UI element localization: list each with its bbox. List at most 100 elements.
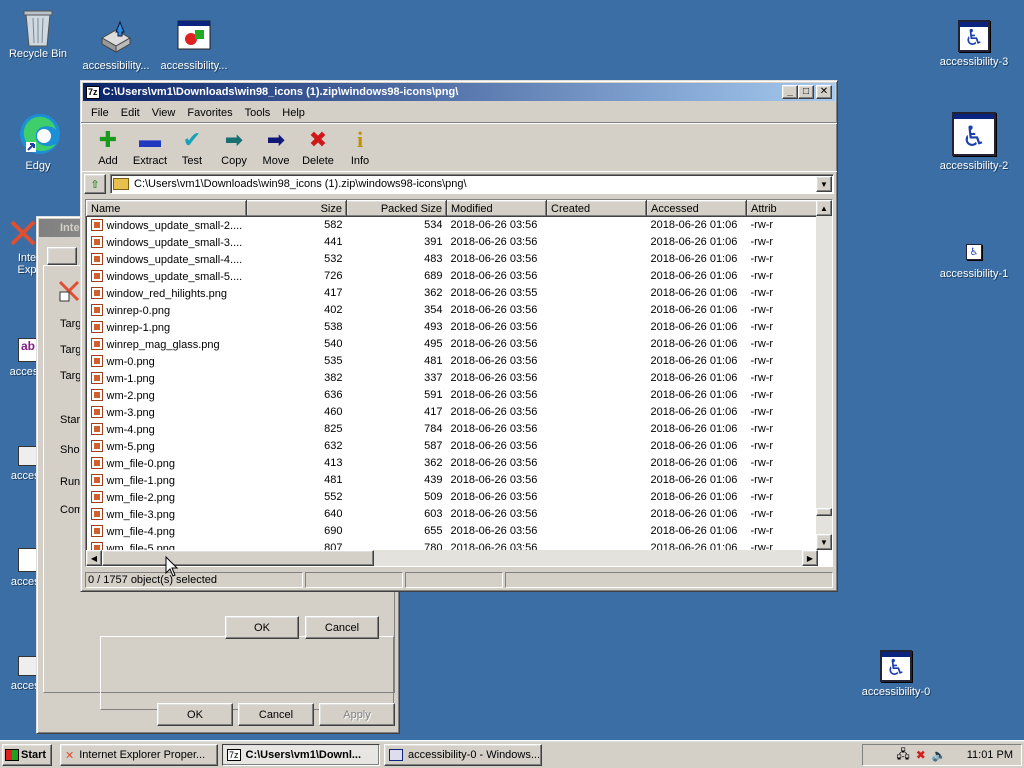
horizontal-scrollbar[interactable]: ◀ ▶ xyxy=(86,550,818,566)
menu-view[interactable]: View xyxy=(146,107,182,119)
move-button[interactable]: ➡ Move xyxy=(255,127,297,168)
cell-accessed: 2018-06-26 01:06 xyxy=(647,251,747,268)
table-row[interactable]: wm_file-0.png 413 362 2018-06-26 03:56 2018-… xyxy=(87,455,819,472)
desktop-icon-accessibility-a[interactable]: accessibility... xyxy=(76,20,156,72)
table-row[interactable]: wm_file-3.png 640 603 2018-06-26 03:56 2018-… xyxy=(87,506,819,523)
table-row[interactable]: wm_file-4.png 690 655 2018-06-26 03:56 2018-… xyxy=(87,523,819,540)
horizontal-scroll-thumb[interactable] xyxy=(102,550,374,566)
scroll-left-button[interactable]: ◀ xyxy=(86,550,102,566)
desktop-icon-accessibility-1[interactable]: ♿ accessibility-1 xyxy=(934,244,1014,280)
cell-size: 481 xyxy=(247,472,347,489)
desktop-icon-accessibility-b[interactable]: accessibility... xyxy=(154,20,234,72)
column-header-attrib[interactable]: Attrib xyxy=(746,200,819,217)
up-folder-button[interactable]: ⇧ xyxy=(84,174,106,194)
desktop-icon-accessibility-3[interactable]: ♿ accessibility-3 xyxy=(934,20,1014,68)
cell-text: -rw-r xyxy=(750,457,774,469)
maximize-button[interactable]: □ xyxy=(798,85,814,99)
network-icon[interactable]: 🖧 xyxy=(896,745,909,766)
task-accessibility-0[interactable]: accessibility-0 - Windows... xyxy=(384,744,542,766)
table-row[interactable]: winrep-0.png 402 354 2018-06-26 03:56 2018-0… xyxy=(87,302,819,319)
cell-size: 535 xyxy=(247,353,347,370)
keyboard-icon xyxy=(18,656,38,676)
table-row[interactable]: winrep_mag_glass.png 540 495 2018-06-26 03:… xyxy=(87,336,819,353)
table-row[interactable]: wm-5.png 632 587 2018-06-26 03:56 2018-06-26… xyxy=(87,438,819,455)
field-label-target-type: Targ xyxy=(60,318,82,330)
desktop-icon-recycle-bin[interactable]: Recycle Bin xyxy=(0,8,78,60)
add-button[interactable]: ✚ Add xyxy=(87,127,129,168)
cell-text: -rw-r xyxy=(750,440,774,452)
status-panel-4 xyxy=(505,572,833,588)
cell-attrib: -rw-r xyxy=(747,489,819,506)
column-header-size[interactable]: Size xyxy=(246,200,347,217)
network-disconnected-icon[interactable]: ✖ xyxy=(916,748,926,762)
info-icon: i xyxy=(356,127,364,152)
cell-text: -rw-r xyxy=(750,338,774,350)
table-row[interactable]: window_red_hilights.png 417 362 2018-06-26 … xyxy=(87,285,819,302)
menu-favorites[interactable]: Favorites xyxy=(181,107,238,119)
menu-edit[interactable]: Edit xyxy=(115,107,146,119)
copy-button[interactable]: ➡ Copy xyxy=(213,127,255,168)
table-row[interactable]: wm_file-2.png 552 509 2018-06-26 03:56 2018-… xyxy=(87,489,819,506)
accessibility-icon: ♿ xyxy=(966,244,982,260)
minimize-button[interactable]: _ xyxy=(782,85,798,99)
table-row[interactable]: windows_update_small-4.... 532 483 2018-06-… xyxy=(87,251,819,268)
dialog-tab[interactable] xyxy=(47,247,77,265)
show-desktop-button[interactable] xyxy=(1006,746,1022,764)
info-button[interactable]: i Info xyxy=(339,127,381,168)
cancel-button[interactable]: Cancel xyxy=(238,703,314,726)
vertical-scroll-thumb[interactable] xyxy=(816,508,832,516)
start-button[interactable]: Start xyxy=(2,744,52,766)
menu-help[interactable]: Help xyxy=(276,107,311,119)
close-button[interactable]: ✕ xyxy=(816,85,832,99)
table-row[interactable]: wm-0.png 535 481 2018-06-26 03:56 2018-06-26… xyxy=(87,353,819,370)
cell-size: 460 xyxy=(247,404,347,421)
address-combobox[interactable]: C:\Users\vm1\Downloads\win98_icons (1).z… xyxy=(110,174,834,194)
table-row[interactable]: wm_file-1.png 481 439 2018-06-26 03:56 2018-… xyxy=(87,472,819,489)
desktop-icon-accessibility-0[interactable]: ♿ accessibility-0 xyxy=(856,650,936,698)
scroll-down-button[interactable]: ▼ xyxy=(816,534,832,550)
column-header-name[interactable]: Name xyxy=(86,200,247,217)
cell-text: 2018-06-26 03:56 xyxy=(450,423,538,435)
ok-button[interactable]: OK xyxy=(157,703,233,726)
table-row[interactable]: windows_update_small-3.... 441 391 2018-06-… xyxy=(87,234,819,251)
apply-button[interactable]: Apply xyxy=(319,703,395,726)
menu-file[interactable]: File xyxy=(85,107,115,119)
volume-icon[interactable]: 🔈 xyxy=(932,748,947,762)
column-header-packed-size[interactable]: Packed Size xyxy=(346,200,447,217)
scroll-right-button[interactable]: ▶ xyxy=(802,550,818,566)
table-row[interactable]: windows_update_small-5.... 726 689 2018-06-… xyxy=(87,268,819,285)
task-7zip-window[interactable]: 7z C:\Users\vm1\Downl... xyxy=(222,744,380,766)
delete-button[interactable]: ✖ Delete xyxy=(297,127,339,168)
cell-packed-size: 603 xyxy=(347,506,447,523)
table-row[interactable]: wm-4.png 825 784 2018-06-26 03:56 2018-06-26… xyxy=(87,421,819,438)
column-header-accessed[interactable]: Accessed xyxy=(646,200,747,217)
menu-tools[interactable]: Tools xyxy=(239,107,277,119)
table-row[interactable]: wm-2.png 636 591 2018-06-26 03:56 2018-06-26… xyxy=(87,387,819,404)
desktop-icon-edgy[interactable]: Edgy xyxy=(0,112,78,172)
table-row[interactable]: windows_update_small-2.... 582 534 2018-06-… xyxy=(87,217,819,234)
vertical-scrollbar[interactable]: ▲ ▼ xyxy=(816,200,832,550)
table-row[interactable]: winrep-1.png 538 493 2018-06-26 03:56 2018-0… xyxy=(87,319,819,336)
cell-packed-size: 362 xyxy=(347,285,447,302)
extract-button[interactable]: ▬ Extract xyxy=(129,127,171,168)
column-header-modified[interactable]: Modified xyxy=(446,200,547,217)
cell-modified: 2018-06-26 03:56 xyxy=(447,404,547,421)
address-dropdown-button[interactable]: ▼ xyxy=(816,176,832,192)
test-button[interactable]: ✔ Test xyxy=(171,127,213,168)
window-titlebar[interactable]: 7z C:\Users\vm1\Downloads\win98_icons (1… xyxy=(83,83,835,101)
inner-cancel-button[interactable]: Cancel xyxy=(305,616,379,639)
cell-attrib: -rw-r xyxy=(747,387,819,404)
scroll-up-button[interactable]: ▲ xyxy=(816,200,832,216)
column-header-created[interactable]: Created xyxy=(546,200,647,217)
accessibility-icon: ♿ xyxy=(958,20,990,52)
cell-text: 402 xyxy=(324,304,343,316)
cell-text: 2018-06-26 03:56 xyxy=(450,525,538,537)
png-file-icon xyxy=(90,456,103,469)
task-label: accessibility-0 - Windows... xyxy=(408,749,541,761)
table-row[interactable]: wm-3.png 460 417 2018-06-26 03:56 2018-06-26… xyxy=(87,404,819,421)
task-internet-explorer-properties[interactable]: ✕ Internet Explorer Proper... xyxy=(60,744,218,766)
table-row[interactable]: wm-1.png 382 337 2018-06-26 03:56 2018-06-26… xyxy=(87,370,819,387)
shortcut-icon xyxy=(58,280,80,302)
desktop-icon-accessibility-2[interactable]: ♿ accessibility-2 xyxy=(934,112,1014,172)
inner-ok-button[interactable]: OK xyxy=(225,616,299,639)
